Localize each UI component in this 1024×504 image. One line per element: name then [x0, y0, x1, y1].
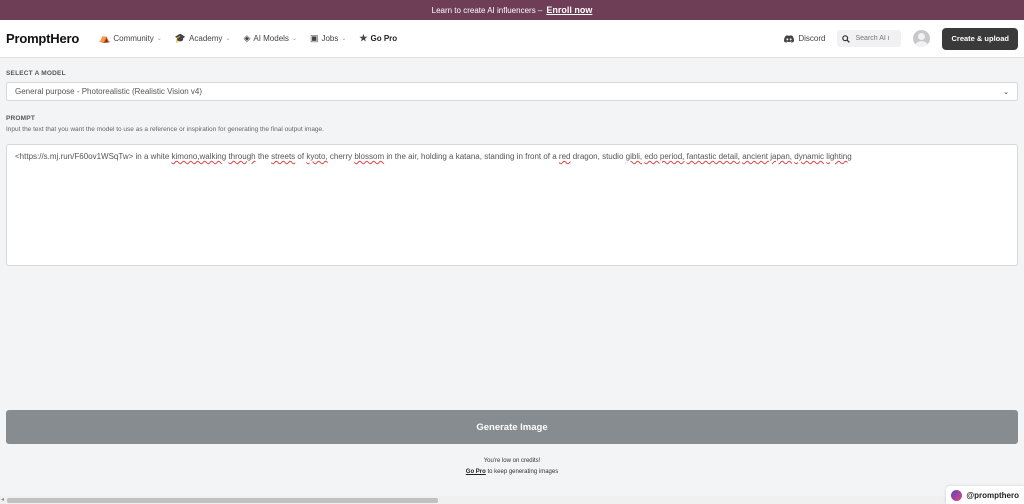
spellcheck-word: lighting	[826, 152, 852, 161]
scroll-left-arrow-icon[interactable]: ◂	[1, 496, 4, 504]
spellcheck-word: kyoto,	[306, 152, 328, 161]
spellcheck-word: kimono,walking	[171, 152, 227, 161]
nav-item-label: Jobs	[321, 34, 339, 43]
prompt-textarea[interactable]: <https://s.mj.run/F60ov1WSqTw> in a whit…	[6, 144, 1018, 266]
academy-icon: 🎓	[174, 33, 187, 43]
prompt-text: dragon, studio	[570, 152, 626, 161]
nav-item-go-pro[interactable]: ★ Go Pro	[359, 33, 397, 44]
nav-item-academy[interactable]: 🎓 Academy ⌄	[175, 33, 231, 44]
badge-avatar	[951, 489, 963, 501]
promo-banner: Learn to create AI influencers – Enroll …	[0, 0, 1024, 20]
scrollbar-thumb[interactable]	[7, 498, 438, 503]
badge-username: @prompthero	[966, 490, 1019, 500]
top-navbar: PromptHero ⛺ Community ⌄ 🎓 Academy ⌄ ◈ A…	[0, 20, 1024, 58]
briefcase-icon: ▣	[309, 33, 319, 43]
enroll-now-link[interactable]: Enroll now	[546, 5, 592, 15]
chevron-down-icon: ⌄	[1003, 88, 1009, 96]
search-box[interactable]	[837, 30, 902, 47]
discord-label: Discord	[798, 34, 826, 43]
create-upload-button[interactable]: Create & upload	[942, 27, 1018, 50]
discord-icon	[784, 34, 795, 43]
search-icon	[842, 34, 851, 43]
user-avatar[interactable]	[913, 30, 931, 47]
spellcheck-word: gibli,	[625, 152, 643, 161]
prompt-label: PROMPT	[6, 115, 36, 122]
nav-item-label: Community	[113, 34, 154, 43]
spellcheck-word: dynamic	[794, 152, 825, 161]
nav-item-ai-models[interactable]: ◈ AI Models ⌄	[243, 33, 297, 44]
model-select-value: General purpose - Photorealistic (Realis…	[15, 87, 203, 96]
prompt-text: <https://s.mj.run/F60ov1WSqTw> in a whit…	[15, 152, 172, 161]
spellcheck-word: streets	[271, 152, 296, 161]
spellcheck-word: fantastic detail,	[686, 152, 740, 161]
spellcheck-word: red	[558, 152, 571, 161]
cube-icon: ◈	[243, 33, 251, 43]
generate-form: SELECT A MODEL General purpose - Photore…	[0, 70, 1024, 266]
user-badge[interactable]: @prompthero	[946, 486, 1024, 504]
credits-cta: Go Pro to keep generating images	[0, 467, 1024, 478]
banner-text: Learn to create AI influencers –	[431, 5, 543, 15]
discord-link[interactable]: Discord	[784, 34, 825, 43]
prompt-text: the	[255, 152, 272, 161]
model-select[interactable]: General purpose - Photorealistic (Realis…	[6, 82, 1018, 101]
nav-item-label: Go Pro	[370, 34, 398, 43]
nav-item-jobs[interactable]: ▣ Jobs ⌄	[310, 33, 346, 44]
community-icon: ⛺	[99, 33, 111, 43]
nav-item-community[interactable]: ⛺ Community ⌄	[99, 33, 162, 44]
prompt-helper-text: Input the text that you want the model t…	[6, 126, 324, 133]
model-label: SELECT A MODEL	[6, 70, 66, 77]
credits-message: You're low on credits!	[483, 458, 541, 464]
star-icon: ★	[359, 33, 368, 43]
chevron-down-icon: ⌄	[156, 36, 162, 42]
prompt-text: of	[295, 152, 307, 161]
chevron-down-icon: ⌄	[341, 36, 347, 42]
credits-suffix: to keep generating images	[487, 468, 559, 475]
spellcheck-word: ancient japan,	[742, 152, 793, 161]
prompthero-logo[interactable]: PromptHero	[6, 31, 79, 46]
generate-image-button[interactable]: Generate Image	[6, 410, 1018, 444]
spellcheck-word: edo period,	[644, 152, 685, 161]
horizontal-scrollbar[interactable]: ◂	[0, 496, 1024, 504]
prompt-text: in the air, holding a katana, standing i…	[384, 152, 559, 161]
chevron-down-icon: ⌄	[225, 36, 231, 42]
search-input[interactable]	[855, 35, 896, 42]
go-pro-link[interactable]: Go Pro	[466, 469, 486, 475]
low-credits-notice: You're low on credits! Go Pro to keep ge…	[0, 456, 1024, 478]
prompt-text: cherry	[327, 152, 355, 161]
chevron-down-icon: ⌄	[291, 36, 297, 42]
spellcheck-word: blossom	[354, 152, 385, 161]
nav-item-label: AI Models	[253, 34, 289, 43]
spellcheck-word: through	[228, 152, 256, 161]
nav-item-label: Academy	[189, 34, 223, 43]
